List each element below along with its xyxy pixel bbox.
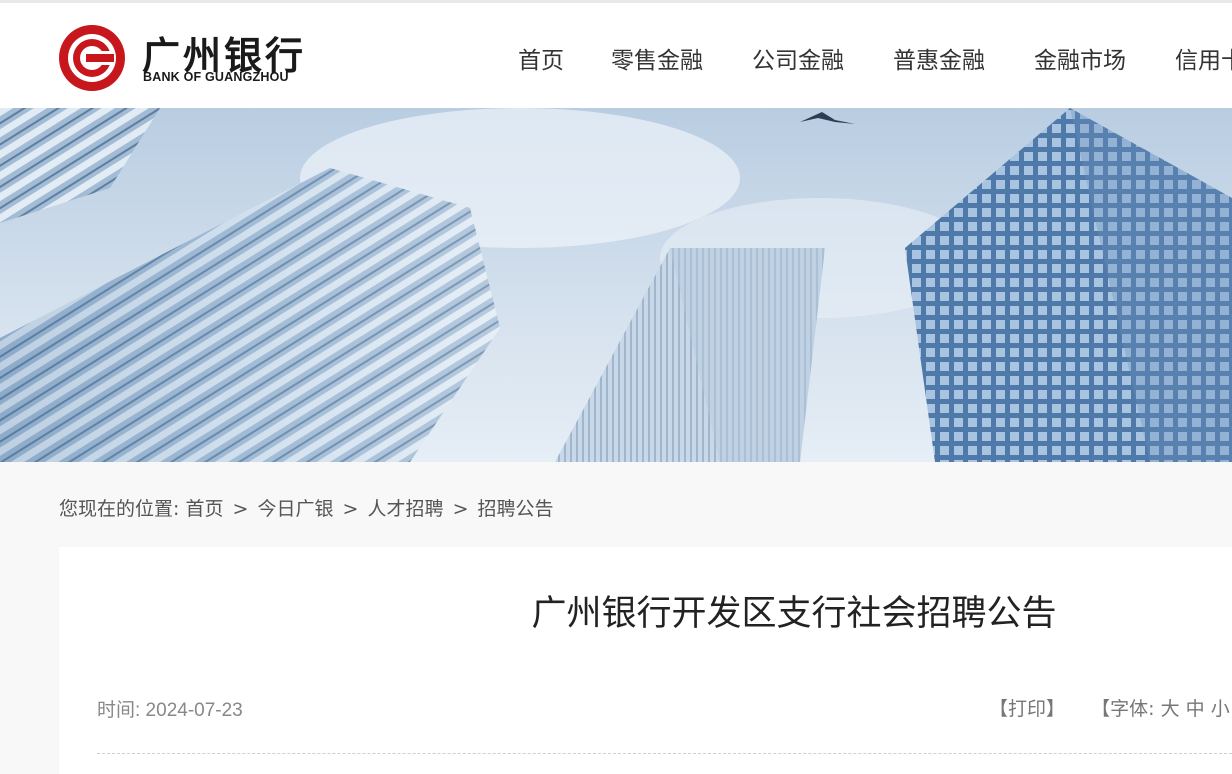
breadcrumb-item-recruitment-notice[interactable]: 招聘公告 [478,498,554,520]
nav-item-home[interactable]: 首页 [518,41,564,75]
print-button[interactable]: 【打印】 [989,698,1065,720]
breadcrumb-prefix: 您现在的位置: [59,498,180,520]
hero-banner [0,108,1232,462]
breadcrumb-item-home[interactable]: 首页 [185,498,223,520]
font-size-label: 【字体: [1091,698,1155,720]
breadcrumb: 您现在的位置: 首页 > 今日广银 > 人才招聘 > 招聘公告 [59,494,554,521]
skyscraper-banner-image [0,108,1232,462]
article-panel: 广州银行开发区支行社会招聘公告 时间: 2024-07-23 【打印】 【字体:… [59,547,1232,774]
site-header: 广州银行 BANK OF GUANGZHOU 首页 零售金融 公司金融 普惠金融… [0,0,1232,108]
article-title: 广州银行开发区支行社会招聘公告 [531,594,1057,634]
article-date: 时间: 2024-07-23 [97,700,243,721]
nav-item-corporate-finance[interactable]: 公司金融 [752,41,844,75]
breadcrumb-separator: > [452,498,469,520]
breadcrumb-separator: > [232,498,249,520]
font-size-medium-button[interactable]: 中 [1186,698,1205,720]
main-nav: 首页 零售金融 公司金融 普惠金融 金融市场 信用卡 [0,3,1232,111]
nav-item-credit-card[interactable]: 信用卡 [1175,41,1232,75]
breadcrumb-item-recruitment[interactable]: 人才招聘 [368,498,444,520]
font-size-small-button[interactable]: 小 [1211,698,1230,720]
font-size-large-button[interactable]: 大 [1161,698,1180,720]
nav-item-retail-finance[interactable]: 零售金融 [611,41,703,75]
breadcrumb-separator: > [342,498,359,520]
nav-item-financial-markets[interactable]: 金融市场 [1034,41,1126,75]
article-tools: 【打印】 【字体: 大 中 小 [989,694,1230,721]
nav-item-inclusive-finance[interactable]: 普惠金融 [893,41,985,75]
article-divider [97,753,1232,754]
breadcrumb-item-today-news[interactable]: 今日广银 [257,498,333,520]
